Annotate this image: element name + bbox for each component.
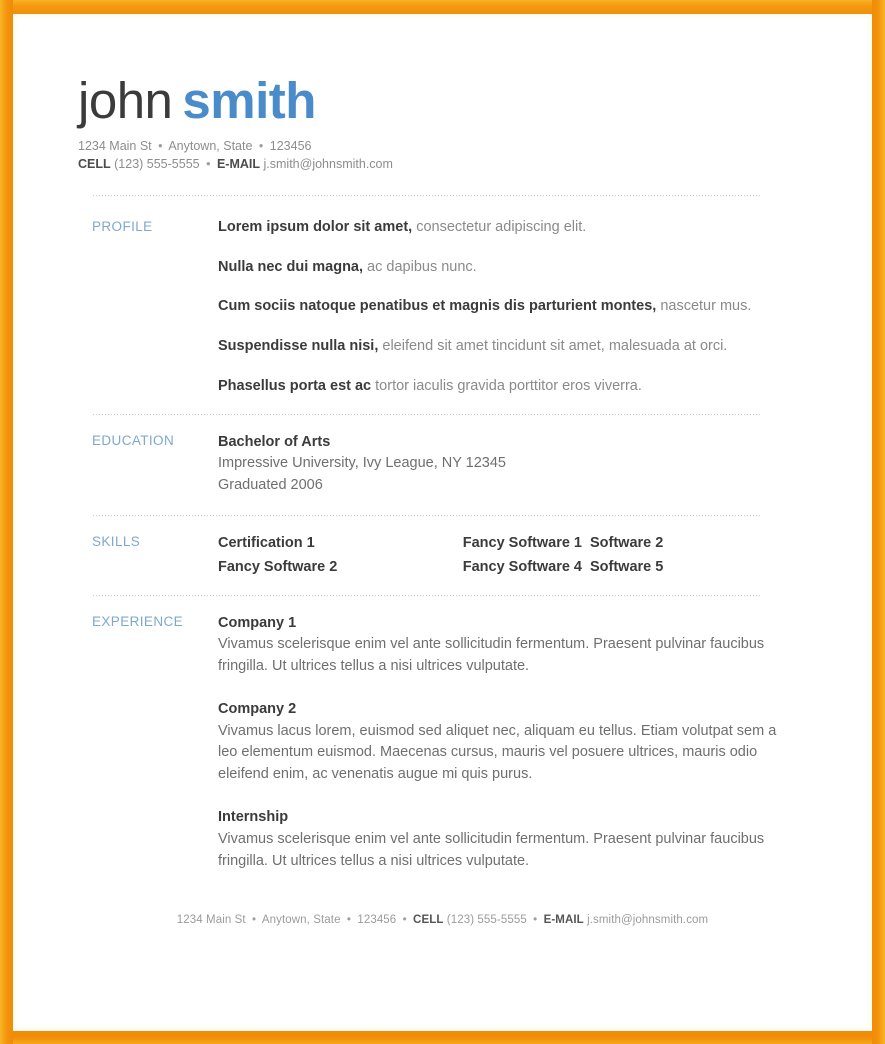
separator-bullet: • xyxy=(402,914,407,927)
skill-item: Fancy Software 2 xyxy=(218,558,338,575)
email-label: E-MAIL xyxy=(216,157,261,172)
skills-body: Certification 1 Fancy Software 1 Softwar… xyxy=(218,533,825,578)
profile-item: Phasellus porta est ac tortor iaculis gr… xyxy=(218,377,825,397)
separator-bullet: • xyxy=(346,914,352,927)
profile-item-lead: Suspendisse nulla nisi, xyxy=(218,337,379,354)
separator-bullet: • xyxy=(252,914,257,927)
footer-cell-label: CELL xyxy=(413,914,444,927)
footer-zip: 123456 xyxy=(357,914,397,927)
profile-item-lead: Nulla nec dui magna, xyxy=(218,258,364,275)
experience-body: Company 1 Vivamus scelerisque enim vel a… xyxy=(218,613,825,872)
cell-label: CELL xyxy=(78,157,111,172)
experience-entry: Internship Vivamus scelerisque enim vel … xyxy=(218,807,825,872)
skill-item: Certification 1 xyxy=(218,534,315,551)
section-experience: EXPERIENCE Company 1 Vivamus scelerisque… xyxy=(20,596,865,882)
profile-item-lead: Lorem ipsum dolor sit amet, xyxy=(218,219,413,236)
skills-grid: Certification 1 Fancy Software 1 Softwar… xyxy=(218,533,825,578)
resume-header: john smith 1234 Main St • Anytown, State … xyxy=(20,20,865,173)
frame-border-top xyxy=(0,0,885,14)
experience-entry: Company 2 Vivamus lacus lorem, euismod s… xyxy=(218,699,825,785)
last-name: smith xyxy=(182,72,316,129)
footer-city-state: Anytown, State xyxy=(261,914,341,927)
footer-street: 1234 Main St xyxy=(176,914,246,927)
experience-entry: Company 1 Vivamus scelerisque enim vel a… xyxy=(218,613,825,678)
profile-item-rest: nascetur mus. xyxy=(656,298,752,315)
separator-bullet: • xyxy=(158,139,163,153)
resume-sheet: john smith 1234 Main St • Anytown, State … xyxy=(20,20,865,1024)
profile-item: Lorem ipsum dolor sit amet, consectetur … xyxy=(218,218,825,238)
section-label-profile: PROFILE xyxy=(92,219,153,235)
separator-bullet: • xyxy=(258,139,264,153)
profile-item-lead: Cum sociis natoque penatibus et magnis d… xyxy=(218,298,657,315)
separator-bullet: • xyxy=(533,914,538,927)
address-street: 1234 Main St xyxy=(78,139,152,153)
profile-item-rest: consectetur adipiscing elit. xyxy=(412,219,587,236)
skill-item: Fancy Software 4 xyxy=(462,558,582,575)
footer-email-label: E-MAIL xyxy=(543,914,584,927)
experience-job-description: Vivamus lacus lorem, euismod sed aliquet… xyxy=(218,723,777,782)
frame-border-left xyxy=(0,0,13,1044)
footer-cell-value: (123) 555-5555 xyxy=(446,914,527,927)
education-institution: Impressive University, Ivy League, NY 12… xyxy=(218,455,506,472)
profile-item: Suspendisse nulla nisi, eleifend sit ame… xyxy=(218,337,825,357)
skill-item: Fancy Software 1 xyxy=(462,534,582,551)
profile-item: Nulla nec dui magna, ac dapibus nunc. xyxy=(218,258,825,278)
section-label-education: EDUCATION xyxy=(92,433,175,449)
skill-item: Software 2 xyxy=(590,534,664,551)
header-address-line: 1234 Main St • Anytown, State • 123456 xyxy=(78,137,865,155)
section-label-experience: EXPERIENCE xyxy=(92,613,184,629)
header-phone-email-line: CELL (123) 555-5555 • E-MAIL j.smith@joh… xyxy=(78,155,865,173)
experience-job-title: Company 1 xyxy=(218,614,297,631)
first-name: john xyxy=(78,72,173,129)
address-city-state: Anytown, State xyxy=(168,139,253,153)
education-body: Bachelor of Arts Impressive University, … xyxy=(218,432,825,497)
experience-job-description: Vivamus scelerisque enim vel ante sollic… xyxy=(218,831,765,869)
profile-item-lead: Phasellus porta est ac xyxy=(218,377,372,394)
email-value[interactable]: j.smith@johnsmith.com xyxy=(264,157,393,171)
experience-job-title: Company 2 xyxy=(218,701,297,718)
experience-job-title: Internship xyxy=(218,809,289,826)
profile-item: Cum sociis natoque penatibus et magnis d… xyxy=(218,297,825,317)
resume-footer: 1234 Main St • Anytown, State • 123456 •… xyxy=(20,914,865,926)
education-degree: Bachelor of Arts xyxy=(218,434,331,451)
address-zip: 123456 xyxy=(269,139,312,153)
header-contact-block: 1234 Main St • Anytown, State • 123456 C… xyxy=(78,137,865,173)
education-graduation-year: Graduated 2006 xyxy=(218,476,323,493)
separator-bullet: • xyxy=(206,157,211,172)
section-label-skills: SKILLS xyxy=(92,533,141,549)
footer-email-value[interactable]: j.smith@johnsmith.com xyxy=(587,914,708,926)
frame-border-bottom xyxy=(0,1031,885,1044)
experience-job-description: Vivamus scelerisque enim vel ante sollic… xyxy=(218,636,765,674)
skill-item: Software 5 xyxy=(590,558,664,575)
frame-border-right xyxy=(872,0,885,1044)
page-frame: john smith 1234 Main St • Anytown, State … xyxy=(0,0,885,1044)
candidate-name: john smith xyxy=(78,75,865,126)
profile-item-rest: tortor iaculis gravida porttitor eros vi… xyxy=(371,377,642,394)
profile-item-rest: ac dapibus nunc. xyxy=(363,258,477,275)
profile-item-rest: eleifend sit amet tincidunt sit amet, ma… xyxy=(378,337,728,354)
profile-body: Lorem ipsum dolor sit amet, consectetur … xyxy=(218,218,825,396)
section-skills: SKILLS Certification 1 Fancy Software 1 … xyxy=(20,516,865,595)
section-education: EDUCATION Bachelor of Arts Impressive Un… xyxy=(20,415,865,515)
cell-value: (123) 555-5555 xyxy=(114,157,200,172)
section-profile: PROFILE Lorem ipsum dolor sit amet, cons… xyxy=(20,196,865,414)
